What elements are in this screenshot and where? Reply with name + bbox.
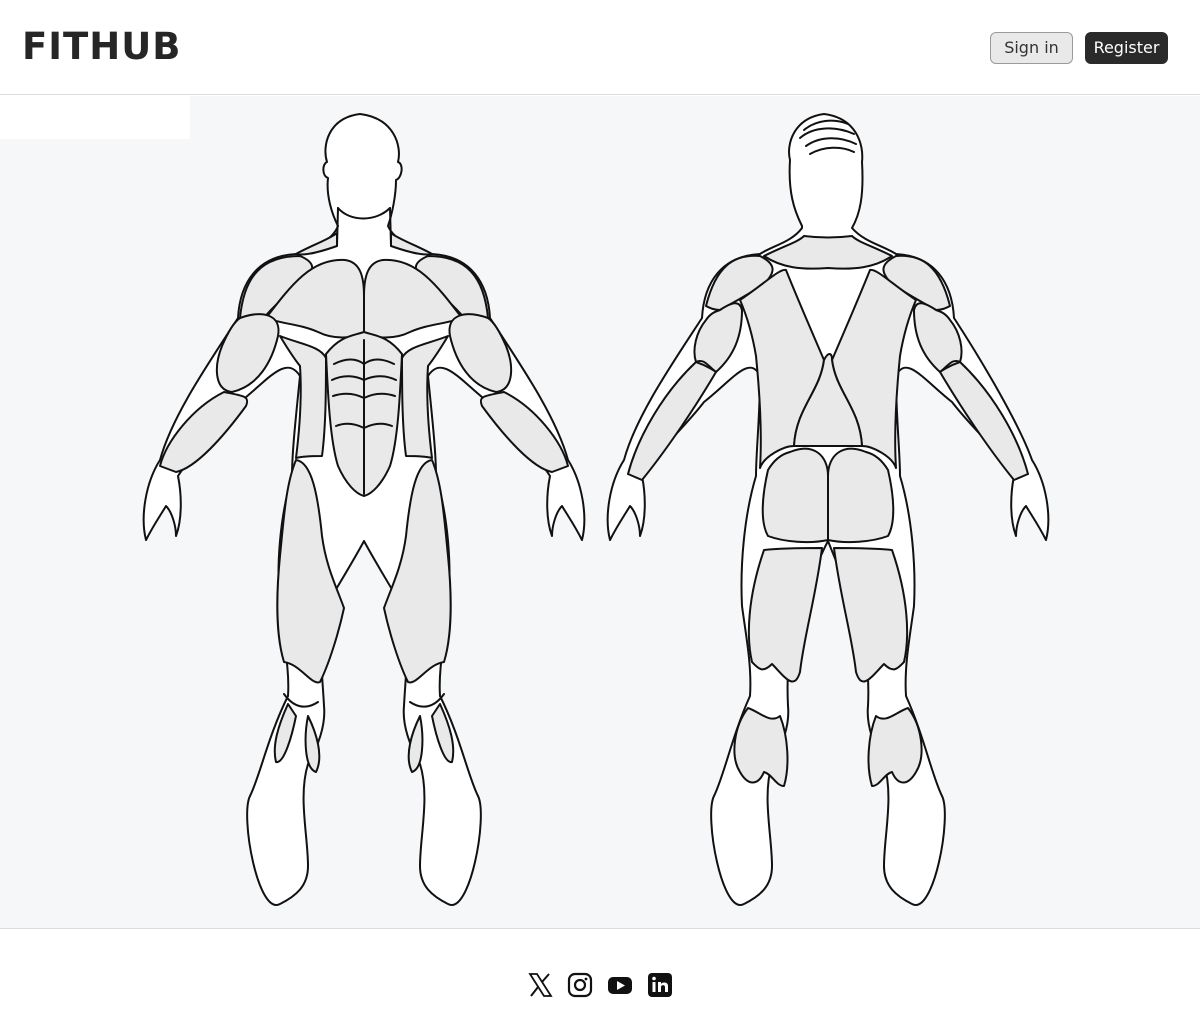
muscle-map-svg [142,113,1050,906]
muscle-map [0,96,1200,929]
fithub-logo[interactable]: FITHUB [22,27,182,67]
youtube-icon[interactable] [607,972,633,998]
linkedin-icon[interactable] [647,972,673,998]
back-left-hamstring [747,547,823,683]
instagram-icon[interactable] [567,972,593,998]
front-left-biceps [215,313,280,393]
back-body-figure [606,113,1050,906]
x-icon[interactable] [527,972,553,998]
back-left-calf [733,707,789,787]
back-trapezius [763,235,893,270]
back-left-glute [761,447,829,544]
sign-in-button[interactable]: Sign in [990,32,1073,64]
back-right-hamstring [833,547,909,683]
footer [0,930,1200,1029]
front-right-biceps [448,313,513,393]
register-button[interactable]: Register [1085,32,1168,64]
back-right-glute [827,447,895,544]
front-body-figure [142,113,586,906]
front-body-outline [142,113,586,906]
top-header: FITHUB Sign in Register [0,0,1200,95]
back-right-calf [867,707,923,787]
